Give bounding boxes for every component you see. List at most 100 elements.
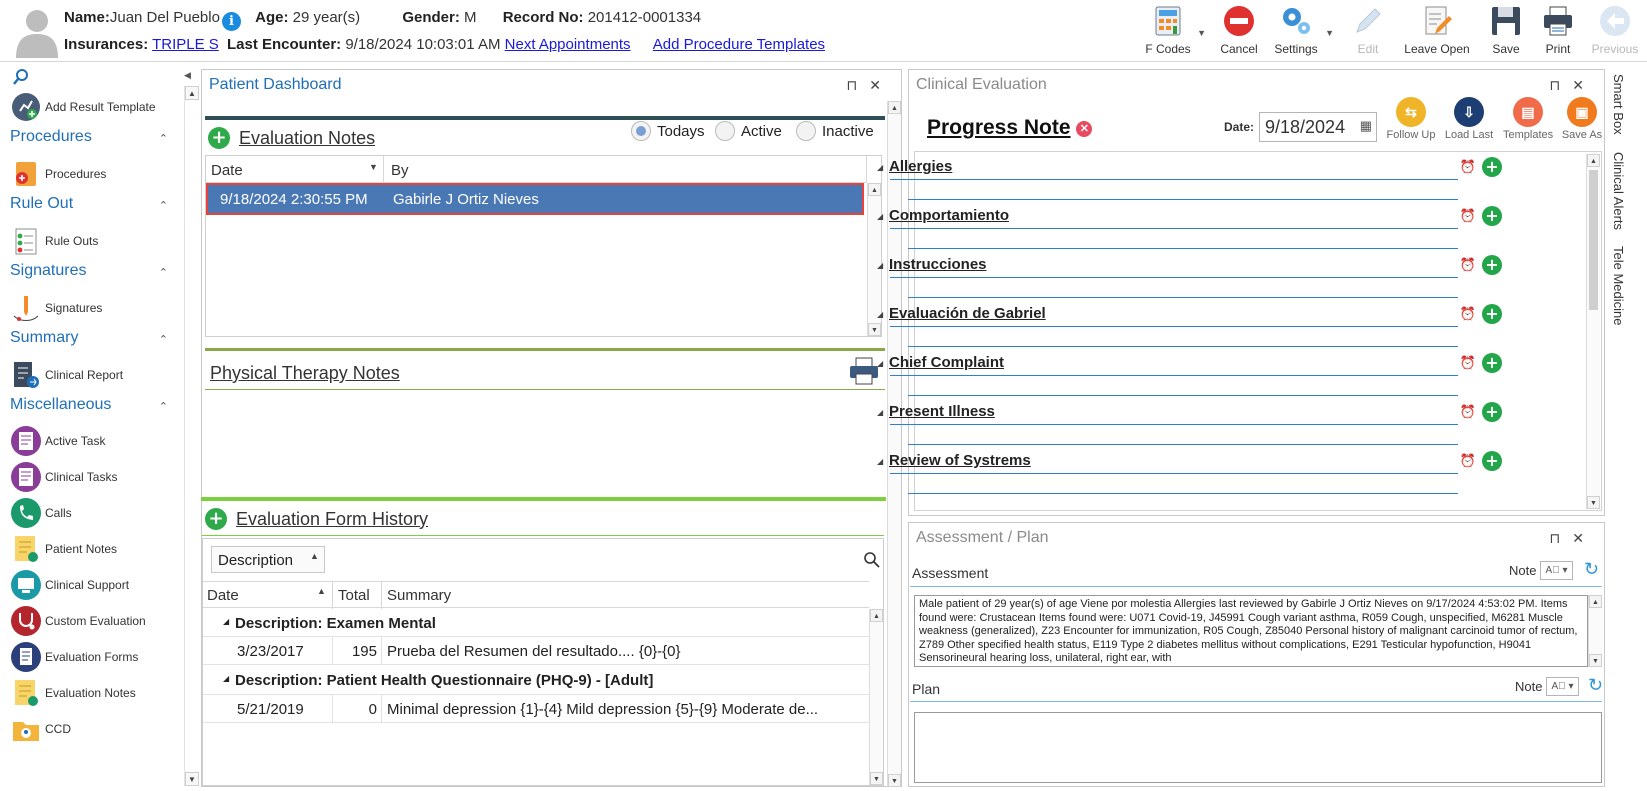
column-total[interactable]: Total	[338, 587, 370, 604]
add-evaluation-form-icon[interactable]: +	[205, 508, 227, 530]
section-input-line[interactable]	[908, 248, 1458, 249]
chevron-up-icon[interactable]: ⌃	[159, 132, 168, 145]
history-row[interactable]: 3/23/2017 195 Prueba del Resumen del res…	[203, 637, 869, 665]
section-input-line[interactable]	[908, 444, 1458, 445]
info-icon[interactable]: i	[221, 12, 241, 31]
add-item-icon[interactable]: +	[1482, 304, 1502, 324]
tab-clinical-alerts[interactable]: Clinical Alerts	[1611, 152, 1626, 230]
section-procedures[interactable]: Procedures ⌃	[10, 128, 168, 146]
scroll-up-icon[interactable]: ▲	[1587, 154, 1600, 167]
date-picker[interactable]: 9/18/2024 ▦	[1259, 112, 1377, 142]
alarm-icon[interactable]: ⏰	[1460, 404, 1476, 420]
close-icon[interactable]: ✕	[1572, 530, 1596, 546]
evaluation-scrollbar[interactable]: ▲ ▼	[1586, 154, 1600, 509]
add-item-icon[interactable]: +	[1482, 353, 1502, 373]
refresh-icon[interactable]: ↻	[1584, 559, 1599, 580]
font-style-dropdown[interactable]: A⃞ ▾	[1540, 561, 1573, 580]
radio-todays[interactable]: Todays	[631, 121, 705, 141]
settings-dropdown-icon[interactable]: ▼	[1325, 28, 1334, 38]
scroll-down-icon[interactable]: ▼	[870, 772, 883, 785]
sidebar-item-procedures[interactable]: Procedures	[10, 158, 106, 190]
sidebar-item-clinical-support[interactable]: Clinical Support	[10, 569, 129, 601]
expand-icon[interactable]: ◢	[877, 457, 883, 466]
column-date[interactable]: Date	[211, 162, 243, 179]
sidebar-item-calls[interactable]: Calls	[10, 497, 72, 529]
history-group-row[interactable]: ◢ Description: Patient Health Questionna…	[203, 665, 869, 695]
assessment-textarea[interactable]: Male patient of 29 year(s) of age Viene …	[914, 595, 1588, 667]
next-appointments-link[interactable]: Next Appointments	[505, 36, 631, 53]
radio-active[interactable]: Active	[715, 121, 782, 141]
alarm-icon[interactable]: ⏰	[1460, 208, 1476, 224]
add-item-icon[interactable]: +	[1482, 206, 1502, 226]
sidebar-item-clinical-report[interactable]: Clinical Report	[10, 359, 123, 391]
section-row-instrucciones[interactable]: ◢ Instrucciones ⏰ +	[874, 253, 1514, 298]
section-input-line[interactable]	[908, 493, 1458, 494]
alarm-icon[interactable]: ⏰	[1460, 257, 1476, 273]
scroll-up-icon[interactable]: ▲	[185, 86, 199, 100]
section-input-line[interactable]	[908, 297, 1458, 298]
search-icon[interactable]	[863, 551, 881, 569]
sidebar-item-ccd[interactable]: CCD	[10, 713, 71, 745]
column-by[interactable]: By	[391, 162, 409, 179]
collapse-sidebar-icon[interactable]: ◀	[184, 70, 191, 81]
add-item-icon[interactable]: +	[1482, 255, 1502, 275]
history-group-row[interactable]: ◢ Description: Examen Mental	[203, 609, 869, 637]
scroll-down-icon[interactable]: ▼	[1587, 496, 1600, 509]
sidebar-item-clinical-tasks[interactable]: Clinical Tasks	[10, 461, 117, 493]
expand-icon[interactable]: ◢	[877, 212, 883, 221]
insurance-link[interactable]: TRIPLE S	[152, 36, 219, 53]
sidebar-item-custom-evaluation[interactable]: Custom Evaluation	[10, 605, 146, 637]
sidebar-item-rule-outs[interactable]: Rule Outs	[10, 225, 98, 257]
pin-icon[interactable]: ⊓	[846, 77, 869, 93]
chevron-up-icon[interactable]: ⌃	[159, 266, 168, 279]
section-input-line[interactable]	[908, 346, 1458, 347]
history-row[interactable]: 5/21/2019 0 Minimal depression {1}-{4} M…	[203, 695, 869, 723]
add-item-icon[interactable]: +	[1482, 451, 1502, 471]
section-row-present-illness[interactable]: ◢ Present Illness ⏰ +	[874, 400, 1514, 445]
section-input-line[interactable]	[908, 199, 1458, 200]
pin-icon[interactable]: ⊓	[1549, 77, 1572, 93]
scroll-down-icon[interactable]: ▼	[185, 772, 199, 786]
templates-button[interactable]: ▤ Templates	[1503, 97, 1553, 141]
section-row-chief-complaint[interactable]: ◢ Chief Complaint ⏰ +	[874, 351, 1514, 396]
print-button[interactable]: Print	[1538, 4, 1578, 58]
scroll-up-icon[interactable]: ▲	[888, 101, 901, 114]
section-row-review-of-systems[interactable]: ◢ Review of Systrems ⏰ +	[874, 449, 1514, 494]
expand-icon[interactable]: ◢	[877, 359, 883, 368]
section-miscellaneous[interactable]: Miscellaneous ⌃	[10, 396, 168, 414]
tab-tele-medicine[interactable]: Tele Medicine	[1611, 246, 1626, 326]
refresh-icon[interactable]: ↻	[1588, 675, 1603, 696]
section-summary[interactable]: Summary ⌃	[10, 329, 168, 347]
section-row-allergies[interactable]: ◢ Allergies ⏰ +	[874, 155, 1514, 200]
plan-textarea[interactable]	[914, 712, 1602, 783]
column-date[interactable]: Date	[207, 587, 239, 604]
section-input-line[interactable]	[908, 395, 1458, 396]
add-item-icon[interactable]: +	[1482, 157, 1502, 177]
scroll-thumb[interactable]	[1589, 170, 1598, 310]
load-last-button[interactable]: ⇩ Load Last	[1444, 97, 1494, 141]
add-item-icon[interactable]: +	[1482, 402, 1502, 422]
close-icon[interactable]: ✕	[869, 77, 893, 93]
calendar-icon[interactable]: ▦	[1360, 118, 1372, 134]
add-result-template-item[interactable]: Add Result Template	[10, 91, 156, 123]
alarm-icon[interactable]: ⏰	[1460, 306, 1476, 322]
settings-button[interactable]: Settings ▼	[1268, 4, 1334, 58]
scroll-up-icon[interactable]: ▲	[1589, 595, 1602, 608]
chevron-up-icon[interactable]: ⌃	[159, 199, 168, 212]
history-scrollbar[interactable]: ▲ ▼	[869, 609, 883, 785]
chevron-up-icon[interactable]: ⌃	[159, 333, 168, 346]
section-row-comportamiento[interactable]: ◢ Comportamiento ⏰ +	[874, 204, 1514, 249]
sort-dropdown-icon[interactable]: ▼	[369, 162, 378, 172]
font-style-dropdown[interactable]: A⃞ ▾	[1546, 677, 1579, 696]
expand-icon[interactable]: ◢	[877, 261, 883, 270]
sidebar-item-patient-notes[interactable]: Patient Notes	[10, 533, 117, 565]
sidebar-scrollbar[interactable]: ▲ ▼	[184, 86, 199, 786]
column-summary[interactable]: Summary	[387, 587, 451, 604]
save-as-button[interactable]: ▣ Save As	[1557, 97, 1607, 141]
tab-smart-box[interactable]: Smart Box	[1611, 74, 1626, 135]
chevron-up-icon[interactable]: ⌃	[159, 400, 168, 413]
cancel-button[interactable]: Cancel	[1217, 4, 1261, 58]
sort-asc-icon[interactable]: ▲	[317, 586, 326, 596]
sidebar-item-evaluation-forms[interactable]: Evaluation Forms	[10, 641, 138, 673]
expand-icon[interactable]: ◢	[877, 163, 883, 172]
